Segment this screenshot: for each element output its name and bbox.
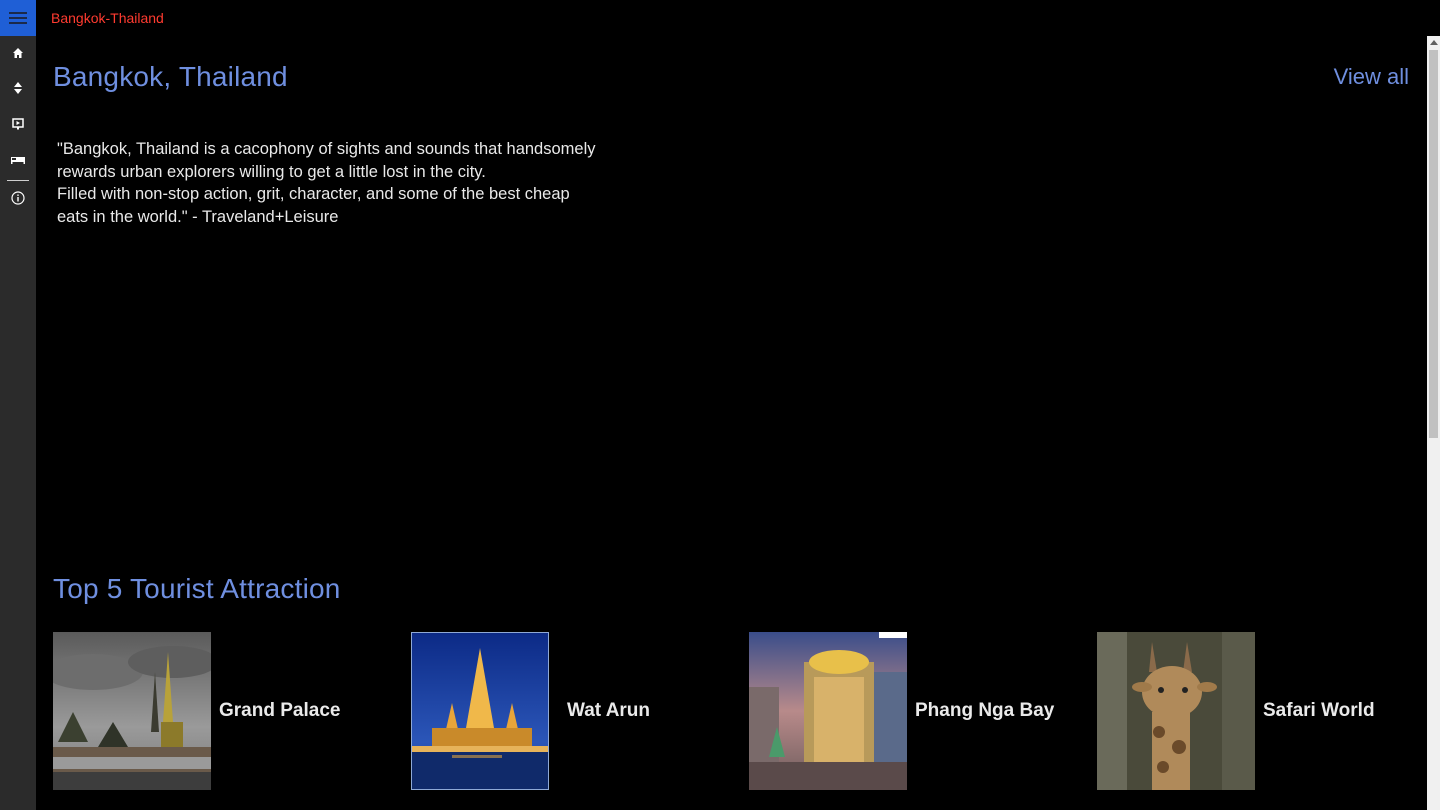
bed-icon <box>11 157 25 164</box>
home-icon <box>13 48 23 58</box>
sort-icon <box>14 82 22 94</box>
grand-palace-thumbnail <box>53 632 211 790</box>
attraction-card-phang-nga-bay[interactable]: Phang Nga Bay <box>749 632 1054 790</box>
nav-rail <box>0 0 36 810</box>
presentation-icon <box>12 118 24 130</box>
description-quote: "Bangkok, Thailand is a cacophony of sig… <box>57 140 596 226</box>
attraction-card-grand-palace[interactable]: Grand Palace <box>53 632 340 790</box>
wat-arun-thumbnail <box>411 632 549 790</box>
hamburger-icon <box>9 12 27 24</box>
attraction-label: Wat Arun <box>567 700 651 721</box>
attraction-card-wat-arun[interactable]: Wat Arun <box>411 632 650 790</box>
scroll-thumb[interactable] <box>1429 50 1438 438</box>
rail-item-attractions[interactable] <box>0 70 36 106</box>
app-title: Bangkok-Thailand <box>51 10 164 26</box>
attraction-label: Safari World <box>1263 700 1375 721</box>
vertical-scrollbar[interactable] <box>1427 36 1440 810</box>
rail-item-hotels[interactable] <box>0 142 36 178</box>
safari-world-thumbnail <box>1097 632 1255 790</box>
info-icon <box>11 191 25 205</box>
view-all-link[interactable]: View all <box>1334 64 1409 90</box>
rail-item-home[interactable] <box>0 35 36 71</box>
phang-nga-bay-thumbnail <box>749 632 907 790</box>
rail-item-slideshow[interactable] <box>0 106 36 142</box>
hamburger-menu-button[interactable] <box>0 0 36 36</box>
attractions-title: Top 5 Tourist Attraction <box>53 573 341 604</box>
page-title: Bangkok, Thailand <box>53 61 288 92</box>
rail-item-about[interactable] <box>0 180 36 216</box>
attraction-card-safari-world[interactable]: Safari World <box>1097 632 1375 790</box>
attraction-label: Phang Nga Bay <box>915 700 1055 721</box>
attraction-label: Grand Palace <box>219 700 341 721</box>
scroll-up-arrow[interactable] <box>1427 36 1440 48</box>
chevron-up-icon <box>1429 39 1438 45</box>
